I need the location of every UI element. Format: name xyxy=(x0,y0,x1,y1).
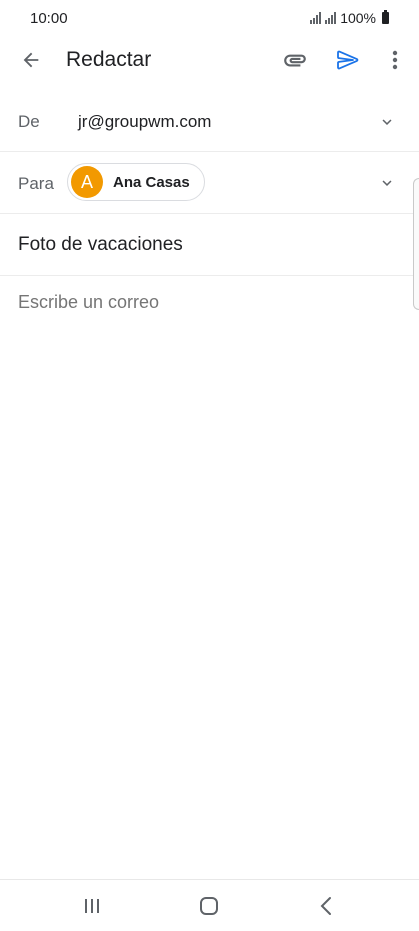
back-icon xyxy=(320,897,331,915)
back-button[interactable] xyxy=(11,36,51,84)
status-time: 10:00 xyxy=(30,10,68,27)
attach-button[interactable] xyxy=(275,36,315,84)
from-expand-button[interactable] xyxy=(375,110,399,134)
back-arrow-icon xyxy=(23,52,39,68)
more-vert-icon xyxy=(392,50,398,70)
system-nav-bar xyxy=(0,879,419,931)
subject-field[interactable]: Foto de vacaciones xyxy=(18,234,183,256)
from-value[interactable]: jr@groupwm.com xyxy=(78,112,211,132)
chevron-down-icon xyxy=(382,180,392,186)
subject-row: Foto de vacaciones xyxy=(0,214,419,276)
to-label: Para xyxy=(18,174,54,193)
send-icon xyxy=(337,50,359,70)
page-title: Redactar xyxy=(66,48,152,71)
from-label: De xyxy=(18,112,40,131)
recents-icon xyxy=(85,899,99,913)
from-row: De jr@groupwm.com xyxy=(0,92,419,152)
scrollbar-handle[interactable] xyxy=(413,178,419,310)
status-bar: 10:00 100% xyxy=(0,0,419,36)
avatar: A xyxy=(71,166,103,198)
home-icon xyxy=(200,897,218,915)
recipient-chip[interactable]: A Ana Casas xyxy=(67,163,205,201)
battery-icon xyxy=(382,10,389,24)
recipient-name: Ana Casas xyxy=(113,173,190,191)
compose-body-input[interactable]: Escribe un correo xyxy=(18,292,159,313)
send-button[interactable] xyxy=(328,36,368,84)
compose-toolbar: Redactar xyxy=(0,36,419,84)
more-options-button[interactable] xyxy=(375,36,415,84)
to-row: Para A Ana Casas xyxy=(0,152,419,214)
status-indicators: 100% xyxy=(310,10,389,26)
to-expand-button[interactable] xyxy=(375,171,399,195)
signal-icon xyxy=(310,12,322,24)
attach-icon xyxy=(284,54,306,67)
chevron-down-icon xyxy=(382,119,392,125)
system-back-button[interactable] xyxy=(296,880,356,931)
battery-percent: 100% xyxy=(340,10,376,26)
recents-button[interactable] xyxy=(62,880,122,931)
signal-icon xyxy=(325,12,337,24)
home-button[interactable] xyxy=(179,880,239,931)
